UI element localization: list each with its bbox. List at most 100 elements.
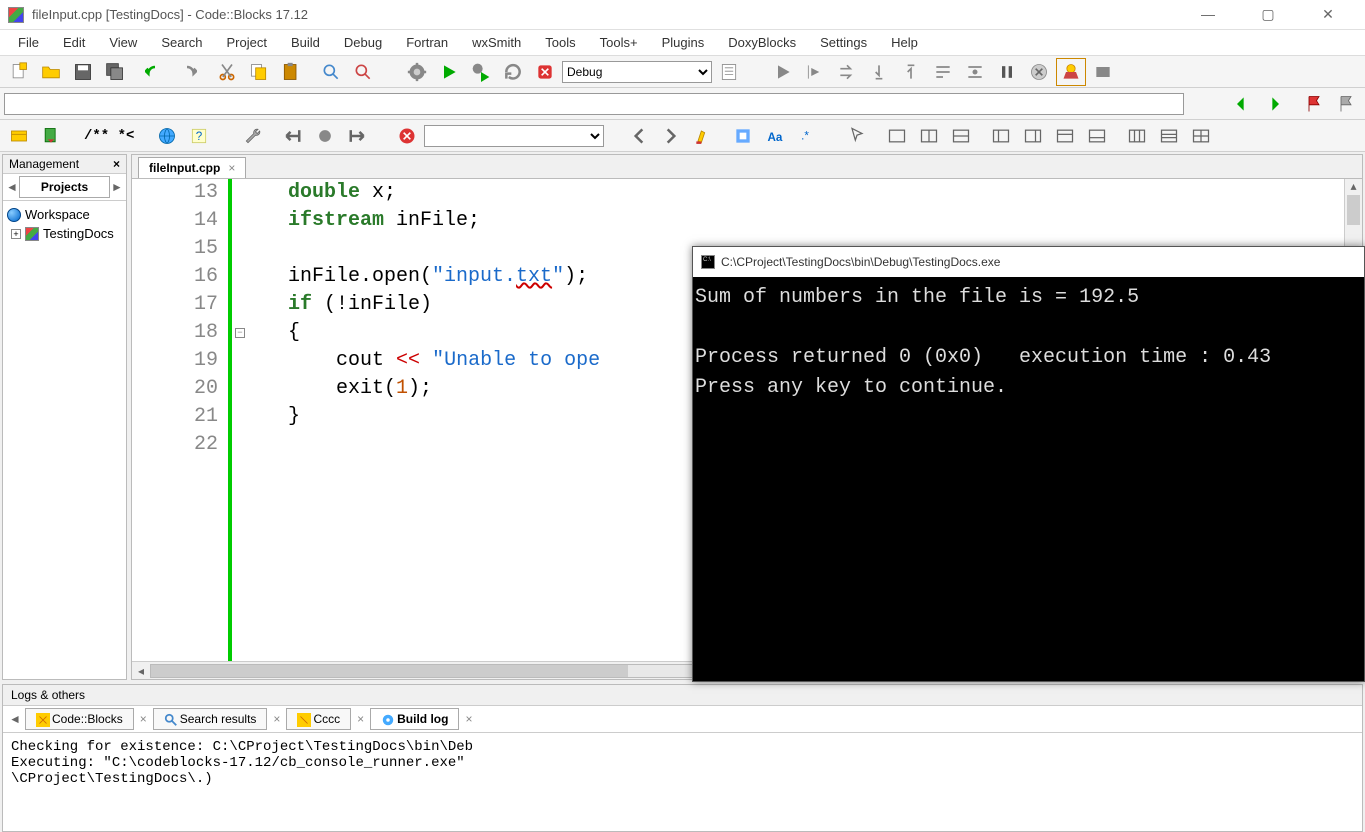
highlight-button[interactable] bbox=[688, 122, 718, 150]
menu-fortran[interactable]: Fortran bbox=[396, 32, 458, 53]
close-button[interactable]: ✕ bbox=[1307, 6, 1349, 23]
break-button[interactable] bbox=[992, 58, 1022, 86]
logs-tab-build-log[interactable]: Build log bbox=[370, 708, 459, 730]
stop-debug-button[interactable] bbox=[1024, 58, 1054, 86]
run-button[interactable] bbox=[434, 58, 464, 86]
tab-close-button[interactable]: × bbox=[228, 161, 235, 175]
flag-gray-button[interactable] bbox=[1331, 90, 1361, 118]
next-line-button[interactable] bbox=[832, 58, 862, 86]
logs-tab-close[interactable]: × bbox=[351, 712, 370, 726]
layout-4-button[interactable] bbox=[986, 122, 1016, 150]
step-out-button[interactable] bbox=[896, 58, 926, 86]
record-button[interactable] bbox=[310, 122, 340, 150]
menu-project[interactable]: Project bbox=[217, 32, 277, 53]
replace-button[interactable] bbox=[348, 58, 378, 86]
menu-file[interactable]: File bbox=[8, 32, 49, 53]
abort-button[interactable] bbox=[530, 58, 560, 86]
run-to-cursor-button[interactable] bbox=[800, 58, 830, 86]
jump-select[interactable] bbox=[424, 125, 604, 147]
menu-tools[interactable]: Tools bbox=[535, 32, 585, 53]
menu-help[interactable]: Help bbox=[881, 32, 928, 53]
logs-tab-cccc[interactable]: Cccc bbox=[286, 708, 351, 730]
project-tree[interactable]: Workspace + TestingDocs bbox=[3, 201, 126, 247]
jump-forward-button[interactable] bbox=[342, 122, 372, 150]
open-file-button[interactable] bbox=[36, 58, 66, 86]
rebuild-button[interactable] bbox=[498, 58, 528, 86]
layout-7-button[interactable] bbox=[1082, 122, 1112, 150]
menu-tools+[interactable]: Tools+ bbox=[590, 32, 648, 53]
layout-3-button[interactable] bbox=[946, 122, 976, 150]
minimize-button[interactable]: — bbox=[1187, 6, 1229, 23]
info-button[interactable] bbox=[1088, 58, 1118, 86]
console-titlebar[interactable]: C:\CProject\TestingDocs\bin\Debug\Testin… bbox=[693, 247, 1364, 277]
logs-tab-close[interactable]: × bbox=[134, 712, 153, 726]
redo-button[interactable] bbox=[172, 58, 202, 86]
save-button[interactable] bbox=[68, 58, 98, 86]
cut-button[interactable] bbox=[212, 58, 242, 86]
flag-red-button[interactable] bbox=[1299, 90, 1329, 118]
menu-view[interactable]: View bbox=[99, 32, 147, 53]
target-props-button[interactable] bbox=[714, 58, 744, 86]
workspace-node[interactable]: Workspace bbox=[7, 205, 122, 224]
menu-doxyblocks[interactable]: DoxyBlocks bbox=[718, 32, 806, 53]
expand-icon[interactable]: + bbox=[11, 229, 21, 239]
menu-wxsmith[interactable]: wxSmith bbox=[462, 32, 531, 53]
debug-windows-button[interactable] bbox=[1056, 58, 1086, 86]
menu-build[interactable]: Build bbox=[281, 32, 330, 53]
regex-button[interactable]: .* bbox=[792, 122, 822, 150]
menu-edit[interactable]: Edit bbox=[53, 32, 95, 53]
nav-forward-button[interactable] bbox=[656, 122, 686, 150]
find-button[interactable] bbox=[316, 58, 346, 86]
menu-search[interactable]: Search bbox=[151, 32, 212, 53]
build-button[interactable] bbox=[402, 58, 432, 86]
management-close-button[interactable]: × bbox=[113, 157, 120, 171]
logs-prev-button[interactable]: ◄ bbox=[9, 712, 23, 726]
mgmt-tab-projects[interactable]: Projects bbox=[19, 176, 110, 198]
logs-tab-close[interactable]: × bbox=[267, 712, 286, 726]
logs-body[interactable]: Checking for existence: C:\CProject\Test… bbox=[3, 733, 1362, 831]
cursor-button[interactable] bbox=[842, 122, 872, 150]
layout-9-button[interactable] bbox=[1154, 122, 1184, 150]
console-window[interactable]: C:\CProject\TestingDocs\bin\Debug\Testin… bbox=[692, 246, 1365, 682]
doxy-extract-button[interactable] bbox=[36, 122, 66, 150]
editor-tab[interactable]: fileInput.cpp × bbox=[138, 157, 246, 178]
nav-back-button[interactable] bbox=[624, 122, 654, 150]
doxy-wizard-button[interactable] bbox=[4, 122, 34, 150]
layout-5-button[interactable] bbox=[1018, 122, 1048, 150]
undo-button[interactable] bbox=[140, 58, 170, 86]
fold-gutter[interactable]: − bbox=[232, 179, 248, 661]
clear-button[interactable] bbox=[392, 122, 422, 150]
save-all-button[interactable] bbox=[100, 58, 130, 86]
layout-8-button[interactable] bbox=[1122, 122, 1152, 150]
next-bookmark-button[interactable] bbox=[1259, 90, 1289, 118]
layout-1-button[interactable] bbox=[882, 122, 912, 150]
debug-continue-button[interactable] bbox=[768, 58, 798, 86]
layout-10-button[interactable] bbox=[1186, 122, 1216, 150]
mgmt-tab-next-button[interactable]: ► bbox=[110, 180, 124, 194]
symbol-search-input[interactable] bbox=[4, 93, 1184, 115]
prev-bookmark-button[interactable] bbox=[1227, 90, 1257, 118]
menu-plugins[interactable]: Plugins bbox=[652, 32, 715, 53]
layout-2-button[interactable] bbox=[914, 122, 944, 150]
menu-debug[interactable]: Debug bbox=[334, 32, 392, 53]
step-into-button[interactable] bbox=[864, 58, 894, 86]
jump-back-button[interactable] bbox=[278, 122, 308, 150]
project-node[interactable]: + TestingDocs bbox=[7, 224, 122, 243]
copy-button[interactable] bbox=[244, 58, 274, 86]
step-into-instr-button[interactable] bbox=[960, 58, 990, 86]
menu-settings[interactable]: Settings bbox=[810, 32, 877, 53]
doxy-html-button[interactable] bbox=[152, 122, 182, 150]
next-instr-button[interactable] bbox=[928, 58, 958, 86]
logs-tab-close[interactable]: × bbox=[459, 712, 478, 726]
doxy-help-button[interactable]: ? bbox=[184, 122, 214, 150]
selection-button[interactable] bbox=[728, 122, 758, 150]
match-case-button[interactable]: Aa bbox=[760, 122, 790, 150]
layout-6-button[interactable] bbox=[1050, 122, 1080, 150]
logs-tab-code-blocks[interactable]: Code::Blocks bbox=[25, 708, 134, 730]
paste-button[interactable] bbox=[276, 58, 306, 86]
build-run-button[interactable] bbox=[466, 58, 496, 86]
build-target-select[interactable]: Debug bbox=[562, 61, 712, 83]
logs-tab-search-results[interactable]: Search results bbox=[153, 708, 268, 730]
maximize-button[interactable]: ▢ bbox=[1247, 6, 1289, 23]
settings-wrench-button[interactable] bbox=[238, 122, 268, 150]
